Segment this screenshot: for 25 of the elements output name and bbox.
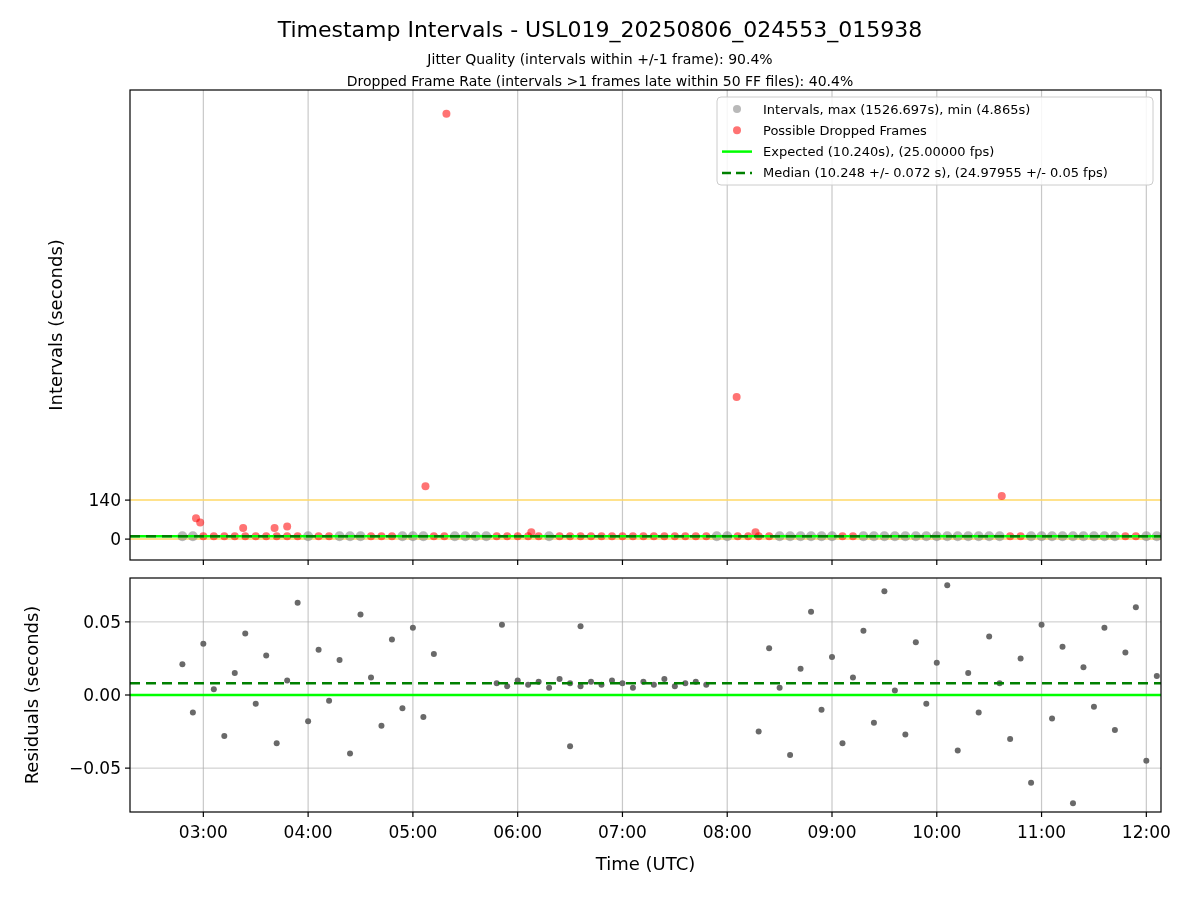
tick-label: 03:00 xyxy=(178,822,228,842)
tick-label: 04:00 xyxy=(283,822,333,842)
tick-label: 06:00 xyxy=(493,822,543,842)
tick-label: 0 xyxy=(110,529,121,550)
tick-label: 11:00 xyxy=(1017,822,1067,842)
chart-subtitle: Jitter Quality (intervals within +/-1 frame): 90.4% xyxy=(427,51,773,67)
legend-label: Expected (10.240s), (25.00000 fps) xyxy=(763,144,995,160)
legend-label: Possible Dropped Frames xyxy=(763,122,927,138)
tick-label: 09:00 xyxy=(807,822,857,842)
tick-label: 08:00 xyxy=(702,822,752,842)
tick-label: 12:00 xyxy=(1121,822,1171,842)
tick-label: 07:00 xyxy=(597,822,647,842)
tick-label: 10:00 xyxy=(912,822,962,842)
chart-subtitle: Dropped Frame Rate (intervals >1 frames late within 50 FF files): 40.4% xyxy=(346,73,854,89)
legend-label: Median (10.248 +/- 0.072 s), (24.97955 +/- 0.05 fps) xyxy=(763,165,1108,181)
axis-label: Time (UTC) xyxy=(595,853,696,874)
tick-label: 0.05 xyxy=(83,611,121,632)
tick-label: 0.00 xyxy=(83,685,121,705)
chart-title: Timestamp Intervals - USL019_20250806_024553_015938 xyxy=(277,17,923,42)
legend-label: Intervals, max (1526.697s), min (4.865s) xyxy=(763,101,1031,117)
tick-label: 140 xyxy=(88,490,121,511)
tick-label: 05:00 xyxy=(388,822,438,842)
axis-label: Intervals (seconds) xyxy=(45,239,66,411)
axis-label: Residuals (seconds) xyxy=(21,605,42,785)
tick-label: −0.05 xyxy=(68,758,121,779)
